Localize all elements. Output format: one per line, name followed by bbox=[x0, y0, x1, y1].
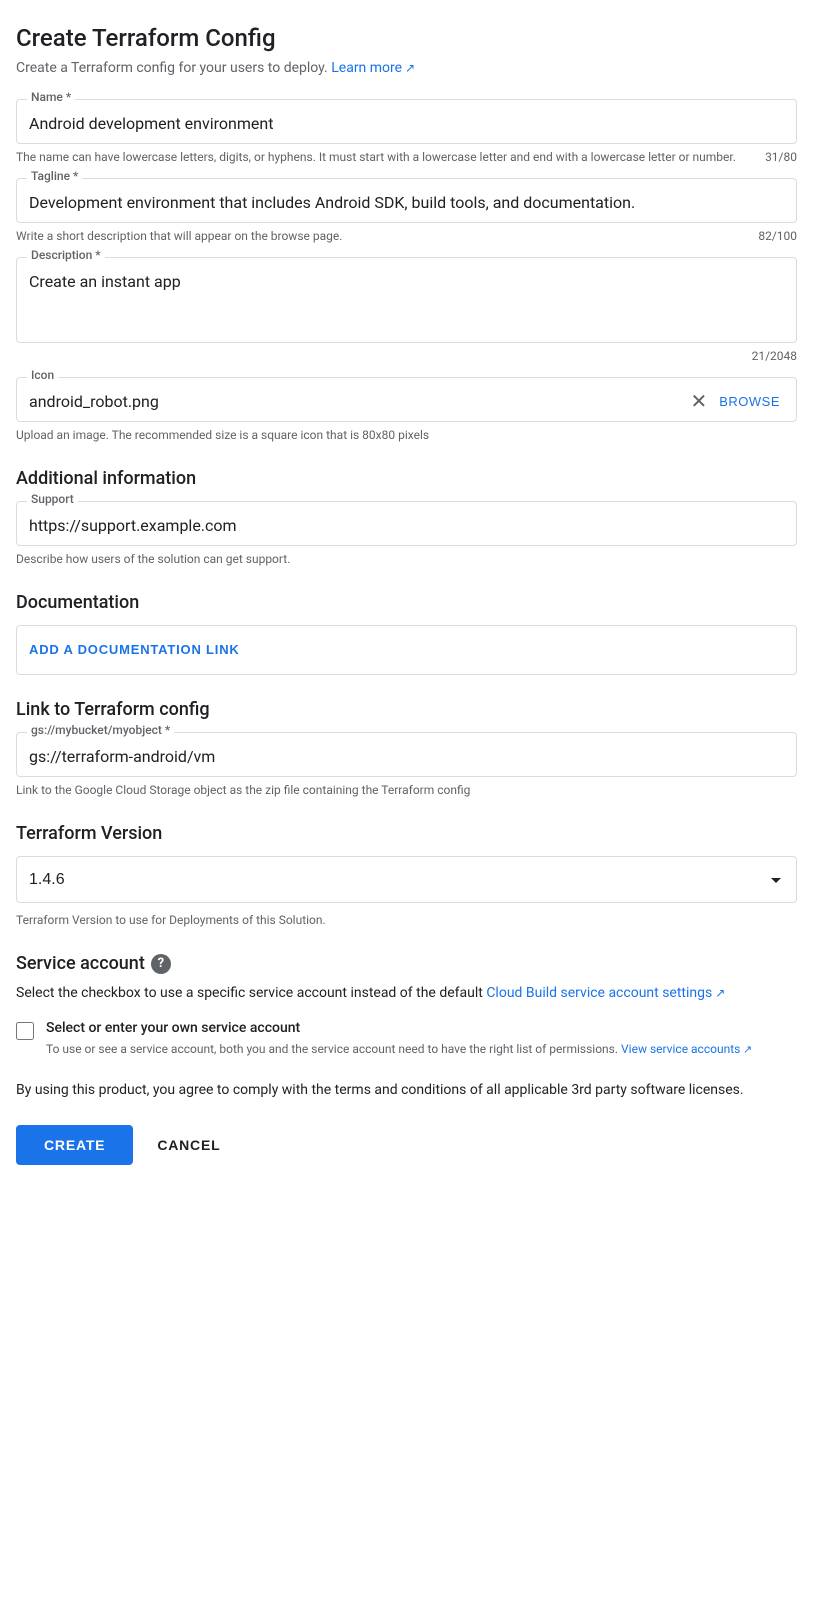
terraform-config-hint: Link to the Google Cloud Storage object … bbox=[16, 781, 797, 799]
tagline-hint: Write a short description that will appe… bbox=[16, 227, 797, 245]
service-account-checkbox-row: Select or enter your own service account… bbox=[16, 1020, 797, 1059]
help-icon[interactable]: ? bbox=[151, 954, 171, 974]
description-label: Description bbox=[27, 248, 105, 262]
support-hint: Describe how users of the solution can g… bbox=[16, 550, 797, 568]
form-actions: CREATE CANCEL bbox=[16, 1125, 797, 1165]
page-title: Create Terraform Config bbox=[16, 24, 797, 52]
name-label: Name bbox=[27, 90, 75, 104]
service-account-checkbox[interactable] bbox=[16, 1022, 34, 1040]
service-account-title-text: Service account bbox=[16, 953, 145, 974]
service-account-checkbox-label: Select or enter your own service account bbox=[46, 1020, 752, 1036]
icon-hint: Upload an image. The recommended size is… bbox=[16, 426, 797, 444]
tagline-field-group: Tagline bbox=[16, 178, 797, 223]
support-input[interactable] bbox=[29, 514, 784, 537]
name-input[interactable] bbox=[29, 112, 784, 135]
icon-clear-button[interactable]: ✕ bbox=[682, 392, 715, 412]
icon-field-group: Icon ✕ BROWSE bbox=[16, 377, 797, 422]
description-hint: 21/2048 bbox=[16, 347, 797, 365]
documentation-title: Documentation bbox=[16, 592, 797, 613]
create-button[interactable]: CREATE bbox=[16, 1125, 133, 1165]
name-field-group: Name bbox=[16, 99, 797, 144]
description-field-group: Description Create an instant app bbox=[16, 257, 797, 343]
support-field-group: Support bbox=[16, 501, 797, 546]
icon-input[interactable] bbox=[29, 390, 682, 413]
add-documentation-link-button[interactable]: ADD A DOCUMENTATION LINK bbox=[29, 642, 240, 657]
terraform-version-hint: Terraform Version to use for Deployments… bbox=[16, 911, 797, 929]
terraform-config-title: Link to Terraform config bbox=[16, 699, 797, 720]
terraform-config-field-group: gs://mybucket/myobject bbox=[16, 732, 797, 777]
terraform-config-label: gs://mybucket/myobject bbox=[27, 723, 174, 737]
page-subtitle: Create a Terraform config for your users… bbox=[16, 58, 797, 79]
terms-text: By using this product, you agree to comp… bbox=[16, 1079, 797, 1101]
cloud-build-settings-link[interactable]: Cloud Build service account settings bbox=[486, 985, 725, 1001]
terraform-config-input[interactable] bbox=[29, 745, 784, 768]
cancel-button[interactable]: CANCEL bbox=[149, 1125, 228, 1165]
view-service-accounts-link[interactable]: View service accounts bbox=[621, 1042, 752, 1056]
service-account-description: Select the checkbox to use a specific se… bbox=[16, 982, 797, 1004]
learn-more-link[interactable]: Learn more bbox=[331, 60, 415, 76]
description-input[interactable]: Create an instant app bbox=[29, 270, 784, 330]
icon-label: Icon bbox=[27, 368, 58, 382]
terraform-version-title: Terraform Version bbox=[16, 823, 797, 844]
additional-info-title: Additional information bbox=[16, 468, 797, 489]
icon-browse-button[interactable]: BROWSE bbox=[715, 394, 784, 409]
tagline-input[interactable] bbox=[29, 191, 784, 214]
service-account-section: Service account ? bbox=[16, 953, 797, 974]
terraform-version-select[interactable]: 1.4.6 1.5.0 1.3.0 1.2.0 bbox=[16, 856, 797, 903]
support-label: Support bbox=[27, 492, 78, 506]
service-account-checkbox-sublabel: To use or see a service account, both yo… bbox=[46, 1040, 752, 1059]
tagline-label: Tagline bbox=[27, 169, 82, 183]
documentation-group: ADD A DOCUMENTATION LINK bbox=[16, 625, 797, 675]
name-hint: The name can have lowercase letters, dig… bbox=[16, 148, 797, 166]
